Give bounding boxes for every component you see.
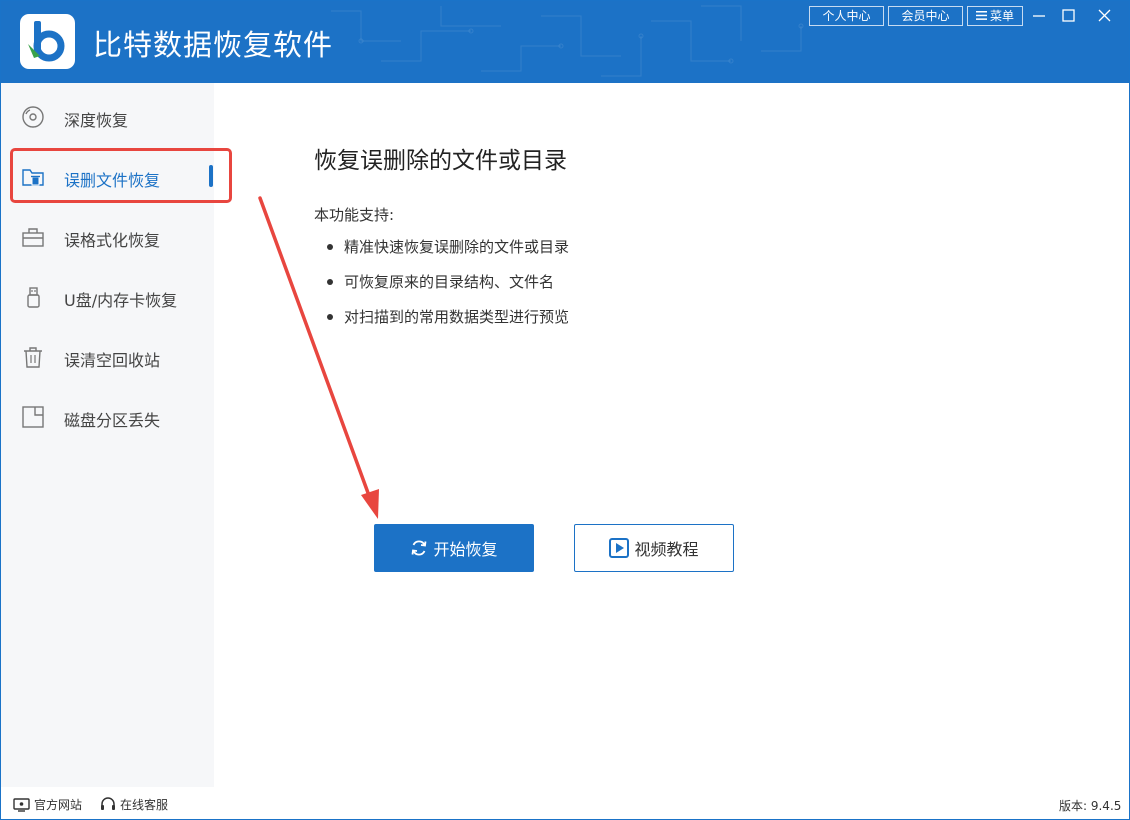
play-video-icon	[609, 538, 630, 558]
usb-drive-icon	[27, 287, 40, 308]
sidebar-item-usb-recovery[interactable]: U盘/内存卡恢复	[1, 267, 214, 327]
disk-partition-icon	[22, 406, 44, 428]
close-icon	[1098, 9, 1111, 22]
annotation-highlight-box	[10, 148, 232, 203]
maximize-icon	[1062, 9, 1075, 22]
maximize-button[interactable]	[1054, 5, 1082, 27]
list-item: 可恢复原来的目录结构、文件名	[327, 271, 569, 306]
toolbox-icon	[22, 228, 44, 247]
app-window: 比特数据恢复软件 个人中心 会员中心 菜单 深度恢复 误删文件恢复 误格式化恢复…	[0, 0, 1130, 820]
app-title: 比特数据恢复软件	[93, 28, 334, 62]
monitor-icon	[13, 797, 30, 812]
title-bar: 比特数据恢复软件 个人中心 会员中心 菜单	[1, 1, 1129, 83]
status-bar: 官方网站 在线客服 版本: 9.4.5	[1, 787, 1129, 819]
official-site-link[interactable]: 官方网站	[13, 796, 82, 813]
minimize-button[interactable]	[1025, 5, 1053, 27]
menu-label: 菜单	[989, 9, 1014, 23]
video-tutorial-button[interactable]: 视频教程	[574, 524, 734, 572]
sidebar-item-label: 磁盘分区丢失	[64, 411, 161, 430]
bullet-icon	[327, 279, 333, 285]
headset-icon	[101, 797, 115, 810]
feature-text: 可恢复原来的目录结构、文件名	[344, 273, 555, 291]
close-button[interactable]	[1091, 5, 1119, 27]
official-site-label: 官方网站	[34, 798, 83, 812]
support-label: 本功能支持:	[314, 206, 395, 224]
list-item: 精准快速恢复误删除的文件或目录	[327, 236, 569, 271]
minimize-icon	[1033, 15, 1045, 17]
video-tutorial-label: 视频教程	[634, 540, 699, 559]
online-service-link[interactable]: 在线客服	[100, 796, 168, 813]
sidebar-item-label: 误清空回收站	[64, 351, 161, 370]
feature-text: 对扫描到的常用数据类型进行预览	[344, 308, 570, 326]
bullet-icon	[327, 314, 333, 320]
member-center-button[interactable]: 会员中心	[888, 6, 963, 26]
menu-button[interactable]: 菜单	[967, 6, 1023, 26]
page-title: 恢复误删除的文件或目录	[314, 148, 567, 174]
start-recovery-label: 开始恢复	[433, 540, 498, 559]
refresh-icon	[412, 540, 427, 556]
app-logo	[20, 14, 75, 69]
sidebar-item-recycle-bin[interactable]: 误清空回收站	[1, 327, 214, 387]
sidebar-item-deep-recovery[interactable]: 深度恢复	[1, 87, 214, 147]
user-center-button[interactable]: 个人中心	[809, 6, 884, 26]
online-service-label: 在线客服	[120, 798, 169, 812]
sidebar-item-label: 深度恢复	[64, 111, 129, 130]
list-item: 对扫描到的常用数据类型进行预览	[327, 306, 569, 341]
menu-icon	[975, 11, 987, 20]
sidebar-item-partition-loss[interactable]: 磁盘分区丢失	[1, 387, 214, 447]
sidebar-item-format-recovery[interactable]: 误格式化恢复	[1, 207, 214, 267]
feature-text: 精准快速恢复误删除的文件或目录	[344, 238, 570, 256]
version-label: 版本: 9.4.5	[1059, 799, 1122, 813]
sidebar-item-label: U盘/内存卡恢复	[64, 291, 178, 310]
sidebar-item-label: 误格式化恢复	[64, 231, 161, 250]
bullet-icon	[327, 244, 333, 250]
disc-icon	[22, 106, 44, 128]
feature-list: 精准快速恢复误删除的文件或目录 可恢复原来的目录结构、文件名 对扫描到的常用数据…	[327, 236, 569, 341]
start-recovery-button[interactable]: 开始恢复	[374, 524, 534, 572]
trash-icon	[24, 347, 42, 368]
